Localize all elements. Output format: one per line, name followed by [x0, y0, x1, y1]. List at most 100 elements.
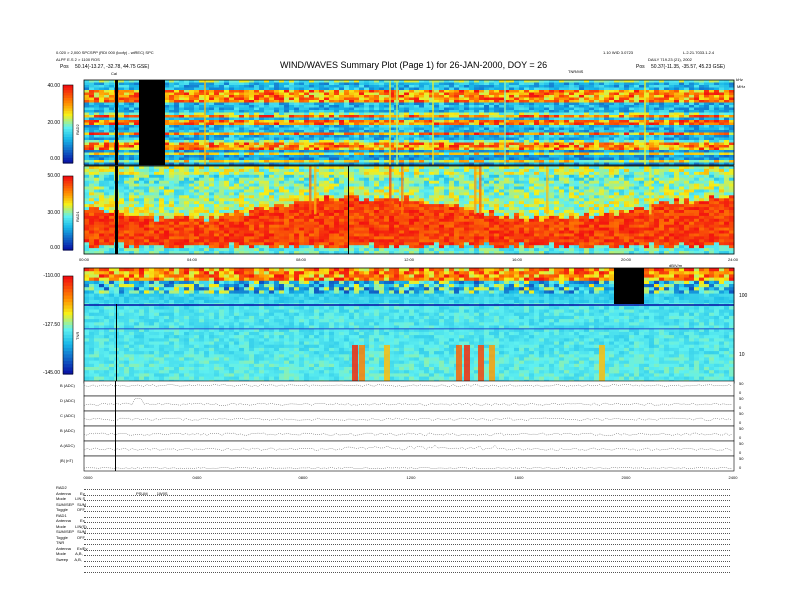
rad1-cell: [154, 221, 160, 226]
rad1-cell: [159, 166, 165, 170]
rad1-cell: [89, 171, 95, 176]
rad1-cell: [134, 236, 140, 240]
rad1-cell: [84, 239, 90, 243]
rad1-cell: [84, 248, 90, 252]
rad1-cell: [129, 218, 135, 223]
rad1-cell: [154, 210, 160, 214]
rad1-cell: [139, 227, 145, 231]
rad1-cell: [139, 171, 145, 176]
rad1-cell: [139, 180, 145, 185]
rad1-cell: [124, 183, 130, 187]
rad1-cell: [94, 177, 100, 182]
rad1-cell: [119, 221, 125, 226]
cal-marker-label: Cal: [111, 71, 118, 76]
rad1-cell: [89, 177, 95, 182]
rad1-cell: [134, 168, 140, 173]
rad1-cell: [84, 204, 90, 208]
rad1-cell: [89, 239, 95, 243]
rad1-cell: [109, 230, 115, 234]
rad1-cell: [124, 230, 130, 234]
rad1-cell: [84, 195, 90, 199]
rad1-cell: [144, 192, 150, 196]
rad1-cell: [134, 224, 140, 229]
rad2-cb-top: 40.00: [47, 83, 60, 89]
rad1-cell: [139, 233, 145, 237]
rad1-cell: [84, 218, 90, 223]
rad1-cell: [104, 166, 110, 170]
rad1-cell: [119, 227, 125, 231]
rad1-cell: [159, 233, 165, 237]
rad1-cell: [129, 233, 135, 237]
rad1-cell: [109, 195, 115, 199]
rad1-cell: [119, 201, 125, 205]
rad1-cell: [144, 171, 150, 176]
rad1-cell: [139, 239, 145, 243]
rad1-cell: [99, 183, 105, 187]
rad1-cell: [149, 195, 155, 199]
rad1-cell: [149, 233, 155, 237]
rad1-cell: [154, 189, 160, 193]
rad1-cell: [89, 183, 95, 187]
position-right: Pos 50.37(-11.35, -35.57, 45.23 GSE): [636, 64, 725, 70]
rad1-cell: [154, 204, 160, 208]
rad1-cell: [84, 198, 90, 202]
rad1-cell: [94, 210, 100, 214]
rad1-cell: [124, 186, 130, 190]
rad1-cell: [159, 215, 165, 220]
rad1-cell: [124, 248, 130, 252]
rad1-cell: [139, 248, 145, 252]
rad2-burst: [644, 80, 646, 165]
rad1-cell: [154, 230, 160, 234]
rad1-cell: [129, 177, 135, 182]
rad1-cell: [109, 180, 115, 185]
rad1-cell: [149, 204, 155, 208]
rad1-cell: [124, 189, 130, 193]
rad1-cell: [99, 245, 105, 249]
pos-left-label: Pos: [60, 64, 69, 70]
rad1-cell: [154, 171, 160, 176]
rad1-cell: [84, 210, 90, 214]
rad1-cell: [159, 198, 165, 202]
rad1-cell: [134, 207, 140, 211]
rad1-cell: [134, 204, 140, 208]
rad1-cell: [104, 245, 110, 249]
rad1-cell: [144, 198, 150, 202]
rad1-cell: [129, 198, 135, 202]
rad1-cell: [159, 221, 165, 226]
rad1-cell: [154, 218, 160, 223]
rad1-ylabel: RAD1: [75, 211, 80, 222]
rad1-cell: [99, 207, 105, 211]
rad2-burst: [389, 80, 391, 165]
rad1-cell: [104, 192, 110, 196]
rad1-cell: [94, 171, 100, 176]
rad1-cell: [154, 174, 160, 179]
rad1-cell: [109, 177, 115, 182]
rad1-cell: [94, 166, 100, 170]
rad1-cell: [129, 221, 135, 226]
rad1-cell: [99, 239, 105, 243]
rad1-cell: [84, 201, 90, 205]
rad1-cell: [109, 236, 115, 240]
rad1-cell: [144, 177, 150, 182]
rad1-cell: [154, 207, 160, 211]
rad1-cell: [84, 236, 90, 240]
rad1-cell: [154, 192, 160, 196]
rad1-cell: [89, 242, 95, 246]
rad1-cell: [139, 224, 145, 229]
rad1-cell: [99, 248, 105, 252]
rad1-cell: [89, 248, 95, 252]
rad1-cb-top: 50.00: [47, 173, 60, 179]
rad1-cell: [129, 186, 135, 190]
rad1-cell: [104, 218, 110, 223]
rad1-cell: [159, 201, 165, 205]
rad1-cell: [119, 245, 125, 249]
rad1-cell: [89, 215, 95, 220]
rad1-cell: [139, 183, 145, 187]
rad1-cell: [119, 239, 125, 243]
rad1-cell: [124, 171, 130, 176]
rad1-cell: [104, 227, 110, 231]
rad1-cell: [84, 180, 90, 185]
rad1-cell: [89, 189, 95, 193]
rad1-cell: [94, 221, 100, 226]
header-left-line1: 0.020 > 2,000 SPCSPP (RDI 000 (loofy) - …: [56, 50, 154, 55]
